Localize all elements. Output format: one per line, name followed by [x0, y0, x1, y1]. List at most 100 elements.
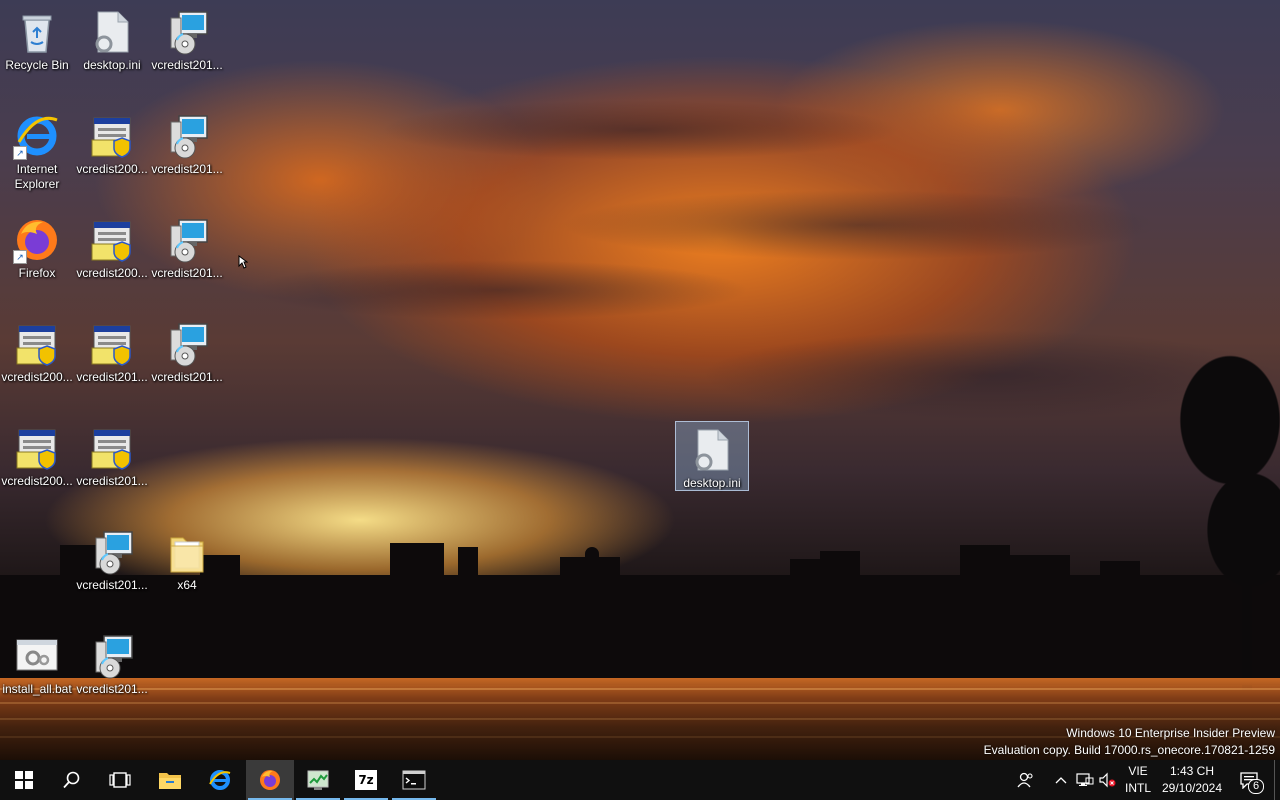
7zip-icon: 7z: [355, 770, 377, 790]
desktop-icon-label: vcredist201...: [151, 58, 223, 72]
network-icon: [1076, 773, 1094, 786]
start-icon: [15, 771, 33, 789]
clock-time: 1:43 CH: [1169, 764, 1215, 778]
taskbar-firefox[interactable]: [246, 760, 294, 800]
desktop-icon-installer[interactable]: vcredist200...: [0, 316, 74, 416]
installer-shield-icon: [88, 112, 136, 160]
installer-cd-icon: [163, 112, 211, 160]
config-file-icon: [688, 426, 736, 474]
desktop-icon-installer[interactable]: vcredist200...: [75, 108, 149, 208]
installer-shield-icon: [13, 320, 61, 368]
cloud-shadow: [560, 190, 1160, 260]
taskbar: 7z VIE INTL 1:43 CH 29/10/2024 6: [0, 760, 1280, 800]
keyboard-layout: INTL: [1124, 781, 1151, 795]
desktop-icon-label: install_all.bat: [2, 682, 72, 696]
recycle-bin-icon: [13, 8, 61, 56]
desktop-icon-label: vcredist200...: [1, 474, 73, 488]
desktop-icon-label: vcredist201...: [76, 578, 148, 592]
desktop-icon-internet-explorer[interactable]: ↗ Internet Explorer: [0, 108, 74, 208]
search-icon: [63, 771, 80, 789]
desktop-icon-installer[interactable]: vcredist200...: [75, 212, 149, 312]
desktop-icon-desktop-ini[interactable]: desktop.ini: [75, 4, 149, 104]
people-button[interactable]: [1012, 760, 1038, 800]
shortcut-arrow-icon: ↗: [13, 250, 27, 264]
installer-cd-icon: [88, 632, 136, 680]
desktop-icon-label: vcredist201...: [151, 370, 223, 384]
search-button[interactable]: [48, 760, 96, 800]
clock-button[interactable]: 1:43 CH 29/10/2024: [1158, 763, 1226, 797]
desktop-icon-label: vcredist200...: [1, 370, 73, 384]
desktop-icon-label: desktop.ini: [683, 476, 741, 490]
action-center-button[interactable]: 6: [1232, 760, 1266, 800]
show-hidden-icons-button[interactable]: [1050, 760, 1072, 800]
installer-cd-icon: [163, 8, 211, 56]
desktop-icon-label: Recycle Bin: [5, 58, 69, 72]
taskbar-7zip[interactable]: 7z: [342, 760, 390, 800]
volume-button[interactable]: [1097, 760, 1119, 800]
clock-date: 29/10/2024: [1161, 781, 1223, 795]
internet-explorer-icon: [209, 770, 231, 790]
chevron-up-icon: [1055, 777, 1067, 784]
windows-watermark: Windows 10 Enterprise Insider Preview Ev…: [984, 725, 1275, 759]
taskbar-file-explorer[interactable]: [146, 760, 194, 800]
input-language-button[interactable]: VIE INTL: [1122, 763, 1154, 797]
task-view-button[interactable]: [96, 760, 144, 800]
firefox-icon: [260, 770, 280, 790]
desktop-icon-installer[interactable]: vcredist200...: [0, 420, 74, 520]
desktop-icon-installer[interactable]: vcredist201...: [75, 316, 149, 416]
desktop-icon-label: Internet Explorer: [14, 162, 60, 191]
taskbar-task-manager[interactable]: [294, 760, 342, 800]
task-view-icon: [109, 772, 131, 788]
volume-muted-icon: [1099, 772, 1116, 788]
command-prompt-icon: [402, 770, 426, 790]
7zip-icon-text: 7z: [358, 773, 374, 787]
desktop-icon-installer[interactable]: vcredist201...: [150, 212, 224, 312]
desktop-icon-label: desktop.ini: [83, 58, 141, 72]
desktop-icon-recycle-bin[interactable]: Recycle Bin: [0, 4, 74, 104]
desktop-icon-label: vcredist201...: [151, 162, 223, 176]
installer-shield-icon: [13, 424, 61, 472]
desktop-icon-desktop-ini-selected[interactable]: desktop.ini: [675, 421, 749, 491]
installer-shield-icon: [88, 216, 136, 264]
config-file-icon: [88, 8, 136, 56]
start-button[interactable]: [0, 760, 48, 800]
desktop-icon-label: vcredist200...: [76, 266, 148, 280]
watermark-line-edition: Windows 10 Enterprise Insider Preview: [1066, 726, 1275, 740]
installer-shield-icon: [88, 320, 136, 368]
installer-shield-icon: [88, 424, 136, 472]
file-explorer-icon: [159, 773, 181, 789]
desktop-icon-installer[interactable]: vcredist201...: [75, 420, 149, 520]
language-code: VIE: [1128, 764, 1148, 778]
taskbar-internet-explorer[interactable]: [196, 760, 244, 800]
desktop-icon-installer[interactable]: vcredist201...: [75, 628, 149, 728]
batch-file-icon: [13, 632, 61, 680]
desktop-icon-label: x64: [177, 578, 197, 592]
desktop-icon-installer[interactable]: vcredist201...: [150, 108, 224, 208]
notification-count-badge: 6: [1248, 779, 1264, 794]
folder-icon: [163, 528, 211, 576]
desktop-icon-label: vcredist201...: [76, 682, 148, 696]
show-desktop-button[interactable]: [1274, 760, 1280, 800]
taskbar-command-prompt[interactable]: [390, 760, 438, 800]
watermark-line-build: Evaluation copy. Build 17000.rs_onecore.…: [983, 743, 1275, 757]
shortcut-arrow-icon: ↗: [13, 146, 27, 160]
desktop-icon-installer[interactable]: vcredist201...: [150, 316, 224, 416]
desktop-icon-label: vcredist201...: [76, 370, 148, 384]
installer-cd-icon: [163, 216, 211, 264]
desktop-icon-install-all-bat[interactable]: install_all.bat: [0, 628, 74, 728]
desktop-icon-x64-folder[interactable]: x64: [150, 524, 224, 624]
desktop-icon-firefox[interactable]: ↗ Firefox: [0, 212, 74, 312]
installer-cd-icon: [163, 320, 211, 368]
firefox-icon: ↗: [13, 216, 61, 264]
network-button[interactable]: [1073, 760, 1097, 800]
desktop-icon-label: vcredist200...: [76, 162, 148, 176]
mouse-cursor-icon: [238, 255, 248, 269]
internet-explorer-icon: ↗: [13, 112, 61, 160]
desktop-icon-installer[interactable]: vcredist201...: [150, 4, 224, 104]
desktop-icon-label: Firefox: [18, 266, 56, 280]
desktop-icon-label: vcredist201...: [76, 474, 148, 488]
desktop-background[interactable]: Recycle Bin ↗ Internet Explorer ↗ Firefo…: [0, 0, 1280, 760]
desktop-icon-installer[interactable]: vcredist201...: [75, 524, 149, 624]
tree-silhouette: [1150, 330, 1280, 690]
desktop-icon-label: vcredist201...: [151, 266, 223, 280]
